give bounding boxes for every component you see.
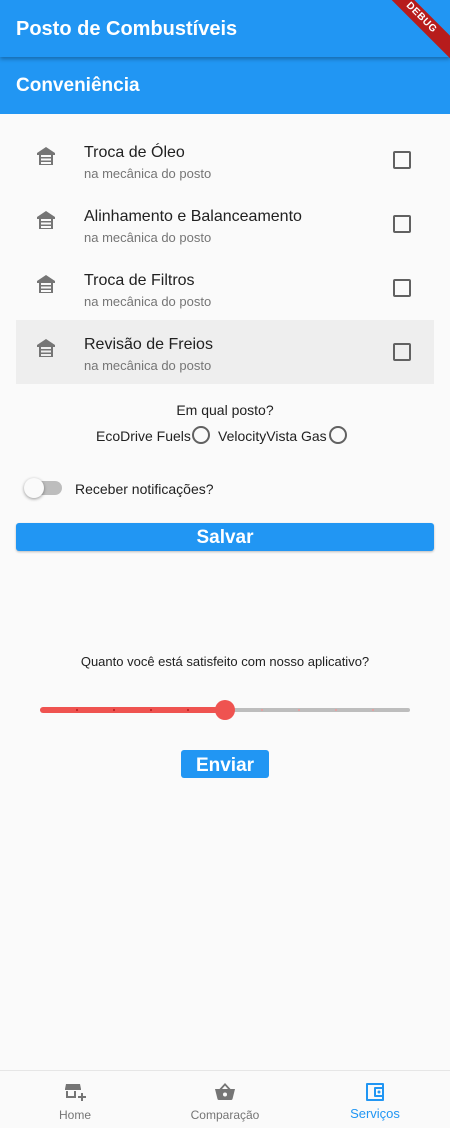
slider-tick [187,709,189,711]
slider-tick [335,709,337,711]
service-checkbox[interactable] [393,343,411,361]
service-subtitle: na mecânica do posto [84,230,212,245]
services-list: Troca de Óleo na mecânica do posto Alinh… [16,128,434,384]
service-title: Troca de Filtros [84,272,195,289]
save-button[interactable]: Salvar [16,523,434,551]
slider-tick [261,709,263,711]
nav-item-comparacao[interactable]: Comparação [150,1071,300,1128]
slider-tick [298,709,300,711]
garage-icon [37,211,55,229]
slider-tick [150,709,152,711]
nav-label: Comparação [190,1108,260,1122]
station-option-label: EcoDrive Fuels [96,428,191,444]
service-item-oil-change[interactable]: Troca de Óleo na mecânica do posto [16,128,434,192]
service-subtitle: na mecânica do posto [84,294,212,309]
station-radio-ecodrive[interactable] [192,426,210,444]
station-question: Em qual posto? [176,402,274,418]
service-item-filters[interactable]: Troca de Filtros na mecânica do posto [16,256,434,320]
nav-item-home[interactable]: Home [0,1071,150,1128]
slider-thumb[interactable] [215,700,235,720]
service-title: Alinhamento e Balanceamento [84,208,302,225]
switch-thumb[interactable] [24,478,44,498]
notifications-label: Receber notificações? [75,481,214,497]
section-header: Conveniência [0,57,450,114]
app-bar: Posto de Combustíveis [0,0,450,57]
nav-item-servicos[interactable]: Serviços [300,1071,450,1128]
section-title: Conveniência [16,75,140,96]
nav-label: Home [58,1108,91,1122]
slider-active-track [40,707,225,713]
notifications-switch[interactable] [24,478,62,498]
slider-tick [76,709,78,711]
satisfaction-slider[interactable] [40,700,410,720]
service-subtitle: na mecânica do posto [84,166,212,181]
wallet-icon [366,1083,384,1101]
service-checkbox[interactable] [393,215,411,233]
garage-icon [37,275,55,293]
nav-label: Serviços [350,1106,400,1121]
station-radio-velocityvista[interactable] [329,426,347,444]
slider-tick [113,709,115,711]
slider-tick [372,709,374,711]
service-title: Revisão de Freios [84,336,213,353]
app-title: Posto de Combustíveis [16,18,238,40]
basket-icon [215,1083,235,1100]
garage-icon [37,147,55,165]
service-checkbox[interactable] [393,151,411,169]
store-add-icon [65,1084,86,1101]
service-title: Troca de Óleo [84,144,185,161]
rating-question: Quanto você está satisfeito com nosso ap… [80,654,370,669]
bottom-navigation: Home Comparação Serviços [0,1070,450,1128]
station-radio-group: EcoDrive Fuels VelocityVista Gas [0,426,450,446]
send-button[interactable]: Enviar [181,750,269,778]
service-checkbox[interactable] [393,279,411,297]
garage-icon [37,339,55,357]
service-item-alignment[interactable]: Alinhamento e Balanceamento na mecânica … [16,192,434,256]
service-subtitle: na mecânica do posto [84,358,212,373]
station-option-label: VelocityVista Gas [218,428,327,444]
service-item-brakes[interactable]: Revisão de Freios na mecânica do posto [16,320,434,384]
